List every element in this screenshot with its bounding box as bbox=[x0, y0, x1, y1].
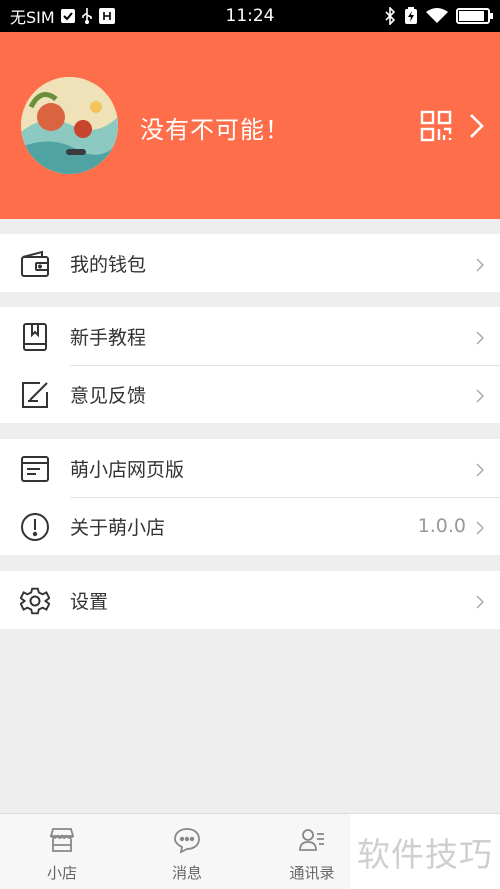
chevron-right-icon bbox=[476, 594, 485, 609]
edit-icon bbox=[20, 380, 50, 410]
menu-label-feedback: 意见反馈 bbox=[70, 384, 147, 407]
charging-icon bbox=[404, 7, 418, 25]
chevron-right-icon bbox=[476, 257, 485, 272]
menu-item-wallet[interactable]: 我的钱包 bbox=[0, 234, 500, 292]
chat-icon bbox=[174, 828, 200, 854]
menu-label-web-version: 萌小店网页版 bbox=[70, 458, 185, 481]
menu-label-tutorial: 新手教程 bbox=[70, 326, 147, 349]
tab-shop[interactable]: 小店 bbox=[17, 826, 107, 883]
menu-label-settings: 设置 bbox=[70, 590, 109, 613]
gear-icon bbox=[19, 586, 51, 616]
menu-label-about: 关于萌小店 bbox=[70, 516, 166, 539]
tab-label-shop: 小店 bbox=[46, 864, 77, 882]
bluetooth-icon bbox=[384, 7, 396, 25]
username: 没有不可能！ bbox=[140, 116, 290, 144]
battery-icon bbox=[456, 8, 493, 24]
wallet-icon bbox=[20, 249, 50, 279]
book-icon bbox=[20, 322, 50, 352]
menu-item-settings[interactable]: 设置 bbox=[0, 571, 500, 629]
chevron-right-icon[interactable] bbox=[466, 112, 486, 140]
avatar[interactable] bbox=[21, 77, 118, 174]
checkbox-notification-icon bbox=[60, 9, 75, 23]
menu-item-tutorial[interactable]: 新手教程 bbox=[0, 307, 500, 365]
wifi-icon bbox=[426, 8, 448, 24]
chevron-right-icon bbox=[476, 520, 485, 535]
status-bar: 无SIM 11:24 bbox=[0, 0, 500, 32]
qr-code-icon[interactable] bbox=[420, 110, 452, 142]
menu-group-help: 新手教程 意见反馈 bbox=[0, 307, 500, 423]
tab-label-messages: 消息 bbox=[171, 864, 202, 882]
usb-debug-icon bbox=[98, 8, 115, 24]
tab-contacts[interactable]: 通讯录 bbox=[267, 826, 357, 883]
contacts-icon bbox=[299, 829, 324, 851]
tab-messages[interactable]: 消息 bbox=[142, 826, 232, 883]
menu-group-settings: 设置 bbox=[0, 571, 500, 629]
status-time: 11:24 bbox=[225, 6, 275, 26]
menu-item-about[interactable]: 关于萌小店 1.0.0 bbox=[0, 497, 500, 555]
menu-label-wallet: 我的钱包 bbox=[70, 253, 147, 276]
menu-group-app: 萌小店网页版 关于萌小店 1.0.0 bbox=[0, 439, 500, 555]
watermark: 软件技巧 bbox=[350, 814, 500, 889]
app-version: 1.0.0 bbox=[417, 515, 466, 537]
battery-level bbox=[459, 11, 485, 21]
carrier-label: 无SIM bbox=[10, 8, 55, 27]
chevron-right-icon bbox=[476, 330, 485, 345]
usb-icon bbox=[81, 8, 93, 24]
shop-icon bbox=[49, 828, 75, 852]
chevron-right-icon bbox=[476, 388, 485, 403]
info-icon bbox=[20, 512, 50, 542]
tab-label-contacts: 通讯录 bbox=[289, 864, 335, 882]
menu-group-wallet: 我的钱包 bbox=[0, 234, 500, 292]
chevron-right-icon bbox=[476, 462, 485, 477]
browser-icon bbox=[20, 454, 50, 484]
profile-header[interactable]: 没有不可能！ bbox=[0, 32, 500, 219]
menu-item-web-version[interactable]: 萌小店网页版 bbox=[0, 439, 500, 497]
menu-item-feedback[interactable]: 意见反馈 bbox=[0, 365, 500, 423]
